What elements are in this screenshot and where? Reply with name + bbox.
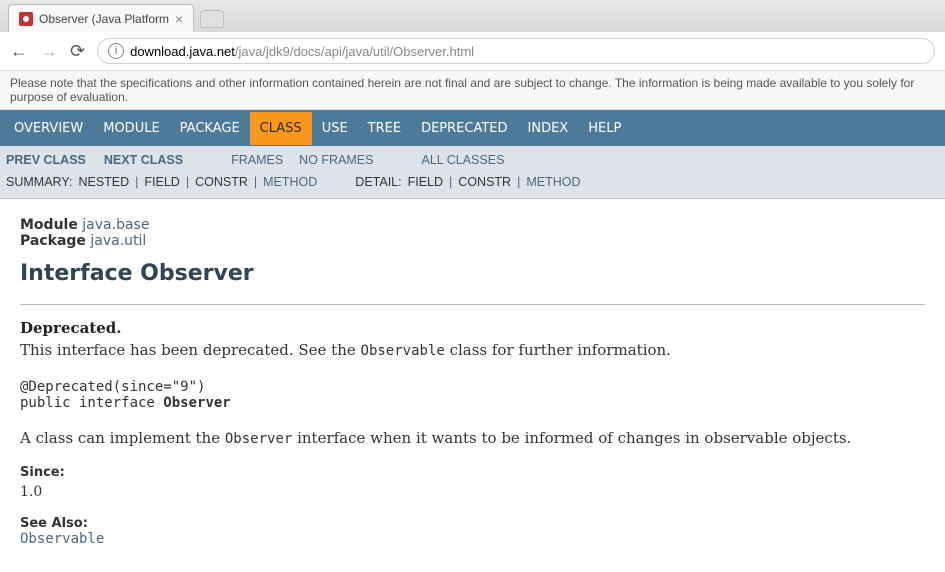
since-label: Since: <box>20 465 925 480</box>
detail-label: DETAIL: <box>355 175 401 189</box>
desc-2: interface when it wants to be informed o… <box>292 429 851 447</box>
evaluation-notice: Please note that the specifications and … <box>0 71 945 110</box>
summary-field: FIELD <box>144 175 179 189</box>
deprecated-title: Deprecated. <box>20 319 925 337</box>
sig-modifiers: public interface <box>20 395 163 411</box>
dep-code: Observable <box>361 343 445 359</box>
detail-field: FIELD <box>408 175 443 189</box>
browser-chrome: Observer (Java Platform × ← → ⟳ i downlo… <box>0 0 945 71</box>
seealso-link[interactable]: Observable <box>20 531 104 547</box>
browser-toolbar: ← → ⟳ i download.java.net/java/jdk9/docs… <box>0 32 945 71</box>
separator: | <box>186 175 189 189</box>
page-title: Interface Observer <box>20 261 925 286</box>
desc-1: A class can implement the <box>20 429 225 447</box>
summary-method-link[interactable]: METHOD <box>263 175 317 189</box>
url-bar[interactable]: i download.java.net/java/jdk9/docs/api/j… <box>97 38 935 64</box>
close-icon[interactable]: × <box>175 12 183 26</box>
nav-deprecated[interactable]: DEPRECATED <box>411 112 517 145</box>
seealso-label: See Also: <box>20 516 925 531</box>
deprecated-text: This interface has been deprecated. See … <box>20 341 925 359</box>
nav-package[interactable]: PACKAGE <box>170 112 250 145</box>
tab-bar: Observer (Java Platform × <box>0 0 945 32</box>
separator: | <box>135 175 138 189</box>
separator: | <box>449 175 452 189</box>
nav-help[interactable]: HELP <box>578 112 631 145</box>
top-navigation: OVERVIEW MODULE PACKAGE CLASS USE TREE D… <box>0 110 945 146</box>
module-line: Module java.base <box>20 217 925 233</box>
package-label: Package <box>20 233 86 249</box>
no-frames-link[interactable]: NO FRAMES <box>299 153 373 167</box>
reload-button[interactable]: ⟳ <box>70 41 85 62</box>
sig-annotation: @Deprecated(since="9") <box>20 379 205 395</box>
package-link[interactable]: java.util <box>90 233 146 249</box>
sig-name: Observer <box>163 395 230 411</box>
since-value: 1.0 <box>20 484 925 500</box>
summary-label: SUMMARY: <box>6 175 72 189</box>
new-tab-button[interactable] <box>200 10 224 28</box>
separator: | <box>517 175 520 189</box>
frames-link[interactable]: FRAMES <box>231 153 283 167</box>
class-description: A class can implement the Observer inter… <box>20 429 925 447</box>
url-host: download.java.net <box>130 44 235 59</box>
page-content: Module java.base Package java.util Inter… <box>0 199 945 567</box>
nav-class[interactable]: CLASS <box>250 112 312 145</box>
next-class-link[interactable]: NEXT CLASS <box>104 153 183 167</box>
nav-use[interactable]: USE <box>312 112 358 145</box>
dep-text-1: This interface has been deprecated. See … <box>20 341 361 359</box>
url-path: /java/jdk9/docs/api/java/util/Observer.h… <box>235 44 474 59</box>
separator: | <box>254 175 257 189</box>
detail-method-link[interactable]: METHOD <box>526 175 580 189</box>
browser-tab[interactable]: Observer (Java Platform × <box>8 4 194 32</box>
nav-index[interactable]: INDEX <box>518 112 579 145</box>
sub-navigation: PREV CLASS NEXT CLASS FRAMES NO FRAMES A… <box>0 146 945 199</box>
prev-class-link[interactable]: PREV CLASS <box>6 153 86 167</box>
package-line: Package java.util <box>20 233 925 249</box>
summary-nested: NESTED <box>78 175 129 189</box>
dep-text-2: class for further information. <box>445 341 671 359</box>
divider <box>20 304 925 305</box>
nav-overview[interactable]: OVERVIEW <box>4 112 93 145</box>
class-signature: @Deprecated(since="9") public interface … <box>20 379 925 411</box>
desc-code: Observer <box>225 431 292 447</box>
all-classes-link[interactable]: ALL CLASSES <box>421 153 504 167</box>
tab-title: Observer (Java Platform <box>39 12 169 26</box>
seealso-value: Observable <box>20 531 925 547</box>
site-info-icon[interactable]: i <box>108 43 124 59</box>
java-favicon <box>19 12 33 26</box>
nav-module[interactable]: MODULE <box>93 112 169 145</box>
back-button[interactable]: ← <box>10 41 28 62</box>
forward-button[interactable]: → <box>40 41 58 62</box>
module-link[interactable]: java.base <box>82 217 149 233</box>
module-label: Module <box>20 217 78 233</box>
nav-tree[interactable]: TREE <box>358 112 411 145</box>
summary-constr: CONSTR <box>195 175 248 189</box>
url-text: download.java.net/java/jdk9/docs/api/jav… <box>130 44 474 59</box>
detail-constr: CONSTR <box>458 175 511 189</box>
